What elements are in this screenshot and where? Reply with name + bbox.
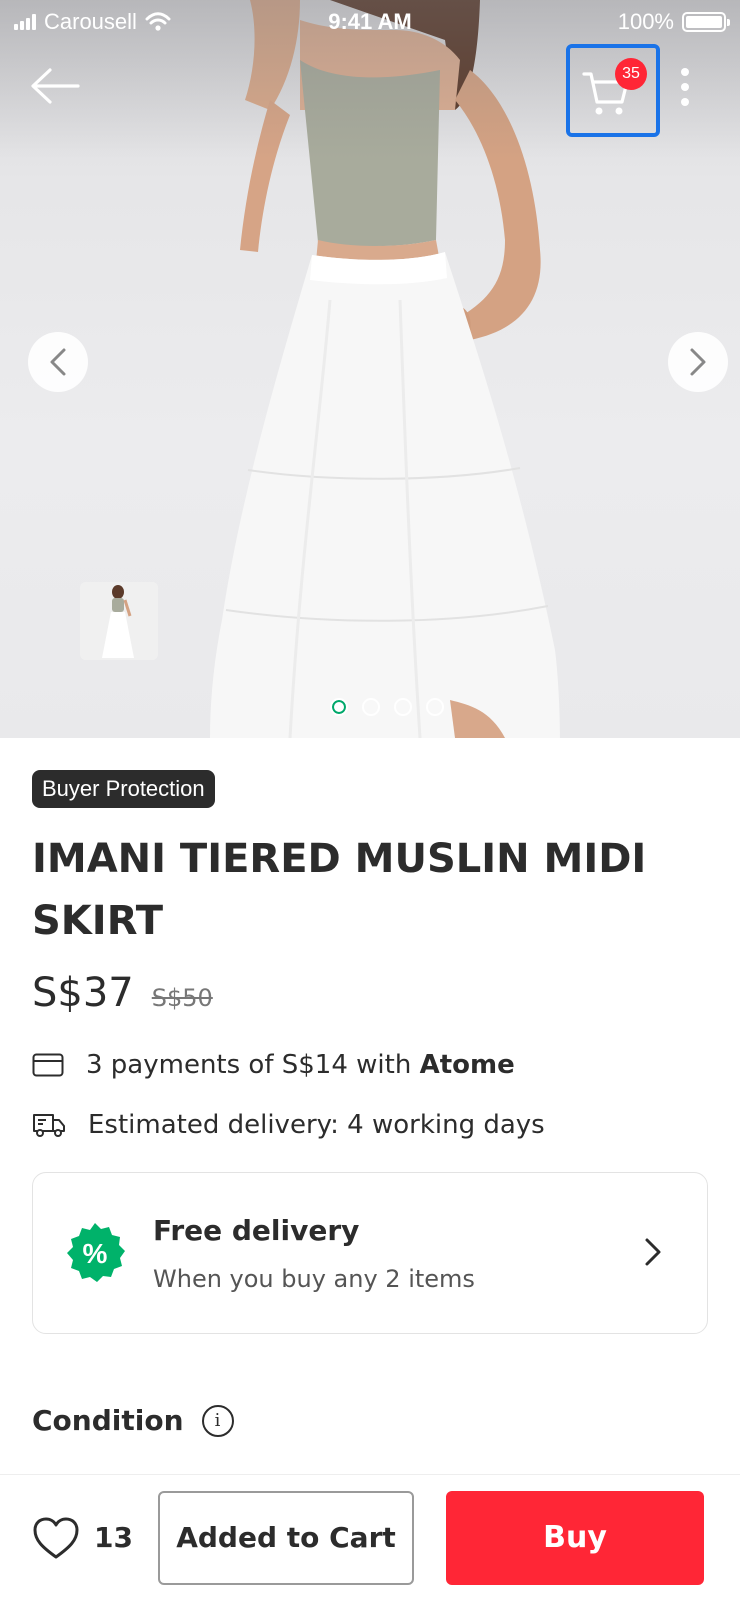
battery-icon	[682, 12, 730, 32]
chevron-left-icon	[50, 348, 66, 376]
pagination-dot[interactable]	[330, 698, 348, 716]
previous-image-button[interactable]	[28, 332, 88, 392]
delivery-estimate-text: Estimated delivery: 4 working days	[88, 1110, 545, 1140]
pagination-dot[interactable]	[426, 698, 444, 716]
wifi-icon	[145, 12, 171, 31]
signal-icon	[14, 14, 36, 30]
thumbnail-photo	[80, 582, 158, 660]
chevron-right-icon	[690, 348, 706, 376]
price-row: S$37 S$50	[32, 970, 708, 1016]
pagination-dot[interactable]	[394, 698, 412, 716]
condition-row: Condition i	[32, 1404, 708, 1437]
credit-card-icon	[32, 1053, 64, 1077]
bottom-action-bar: 13 Added to Cart Buy	[0, 1474, 740, 1600]
battery-percent: 100%	[617, 9, 674, 34]
delivery-estimate-row: Estimated delivery: 4 working days	[32, 1110, 708, 1140]
product-info: Buyer Protection IMANI TIERED MUSLIN MID…	[0, 738, 740, 1437]
gallery-pagination	[0, 698, 740, 716]
status-left: Carousell	[14, 9, 171, 35]
delivery-truck-icon	[33, 1114, 65, 1137]
next-image-button[interactable]	[668, 332, 728, 392]
chevron-right-icon	[645, 1238, 661, 1266]
more-options-button[interactable]	[670, 64, 700, 110]
discount-badge-icon: %	[67, 1223, 125, 1282]
installment-text: 3 payments of S$14 with Atome	[86, 1050, 515, 1080]
promo-subtitle: When you buy any 2 items	[153, 1264, 475, 1293]
product-title: IMANI TIERED MUSLIN MIDI SKIRT	[32, 836, 647, 944]
promo-text: Free delivery When you buy any 2 items	[153, 1214, 475, 1293]
carrier-name: Carousell	[44, 9, 137, 34]
installment-row[interactable]: 3 payments of S$14 with Atome	[32, 1050, 708, 1080]
promo-title: Free delivery	[153, 1213, 360, 1247]
installment-provider: Atome	[419, 1050, 515, 1080]
more-vertical-icon	[681, 68, 689, 76]
back-button[interactable]	[28, 64, 82, 108]
status-bar: Carousell 9:41 AM 100%	[0, 0, 740, 44]
heart-icon	[33, 1517, 79, 1558]
image-thumbnail[interactable]	[80, 582, 158, 660]
cart-count-badge: 35	[615, 58, 647, 90]
current-price: S$37	[32, 970, 134, 1016]
info-icon[interactable]: i	[201, 1404, 234, 1437]
pagination-dot[interactable]	[362, 698, 380, 716]
condition-label: Condition	[32, 1404, 184, 1437]
original-price: S$50	[151, 984, 213, 1012]
status-right: 100%	[617, 9, 730, 35]
arrow-left-icon	[31, 68, 80, 104]
product-image-gallery[interactable]: Carousell 9:41 AM 100% 35	[0, 0, 740, 738]
like-button[interactable]: 13	[32, 1516, 158, 1560]
added-to-cart-button[interactable]: Added to Cart	[158, 1490, 414, 1585]
free-delivery-promo[interactable]: % Free delivery When you buy any 2 items	[32, 1172, 708, 1334]
like-count: 13	[94, 1521, 133, 1554]
cart-button[interactable]: 35	[566, 44, 660, 137]
svg-text:%: %	[83, 1238, 108, 1269]
buy-button[interactable]: Buy	[446, 1490, 704, 1585]
buyer-protection-badge[interactable]: Buyer Protection	[32, 770, 215, 808]
